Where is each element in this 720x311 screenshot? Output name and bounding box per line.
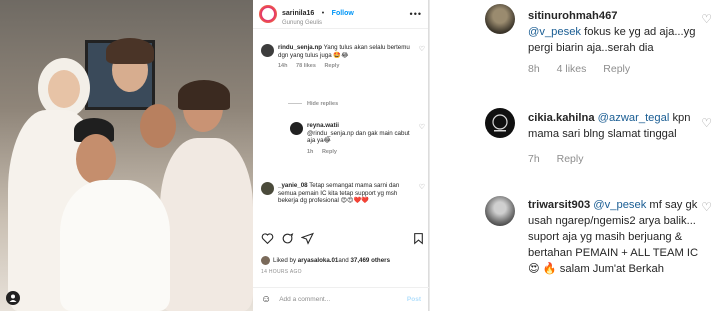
- reply-item: reyna.watii @rindu_senja.np dan gak main…: [290, 122, 425, 156]
- liked-by-count[interactable]: 37,469 others: [350, 257, 390, 264]
- person-body: [160, 138, 253, 311]
- comment-time: 7h: [528, 153, 540, 165]
- post-location[interactable]: Gunung Geulis: [282, 20, 354, 26]
- follow-button[interactable]: Follow: [332, 10, 354, 17]
- person-body: [60, 180, 170, 311]
- comment-meta: 14h 78 likes Reply: [278, 63, 425, 71]
- comment-text: triwarsit903 @v_pesek mf say gk usah nga…: [528, 197, 700, 277]
- reply-button[interactable]: Reply: [324, 63, 339, 69]
- share-icon[interactable]: [301, 232, 314, 245]
- avatar[interactable]: [290, 122, 303, 135]
- comment-text: cikia.kahilna @azwar_tegal kpn mama sari…: [528, 110, 698, 142]
- comment-time: 14h: [278, 63, 288, 70]
- comment-item: cikia.kahilna @azwar_tegal kpn mama sari…: [528, 110, 698, 167]
- comment-meta: 1h Reply: [307, 149, 425, 157]
- heart-icon[interactable]: ♡: [419, 124, 425, 132]
- header-text: sarinila16 • Follow Gunung Geulis: [282, 2, 354, 26]
- person-face: [76, 134, 116, 184]
- comment-likes[interactable]: 4 likes: [557, 63, 587, 75]
- hide-replies-button[interactable]: Hide replies: [288, 101, 338, 107]
- bookmark-icon[interactable]: [412, 232, 425, 245]
- heart-icon[interactable]: ♡: [701, 12, 712, 26]
- comment-likes[interactable]: 78 likes: [296, 63, 316, 69]
- comment-body: @rindu_senja.np dan gak main cabut aja y…: [307, 129, 410, 145]
- comment-text: reyna.watii @rindu_senja.np dan gak main…: [307, 122, 413, 145]
- comment-username[interactable]: reyna.watii: [307, 122, 339, 129]
- mention-link[interactable]: @v_pesek: [528, 26, 581, 38]
- comment-username[interactable]: triwarsit903: [528, 199, 590, 211]
- screenshot-collage: sarinila16 • Follow Gunung Geulis ••• ri…: [0, 0, 720, 311]
- add-comment-input[interactable]: Add a comment...: [279, 296, 330, 303]
- liked-by-user[interactable]: aryasaloka.01: [298, 257, 339, 264]
- heart-icon[interactable]: ♡: [701, 200, 712, 214]
- comment-username[interactable]: rindu_senja.np: [278, 44, 322, 51]
- comment-text: sitinurohmah467 @v_pesek fokus ke yg ad …: [528, 8, 698, 56]
- person-face: [48, 70, 80, 108]
- liked-by-prefix: Liked by: [273, 257, 297, 264]
- comments-panel: sitinurohmah467 @v_pesek fokus ke yg ad …: [430, 0, 720, 311]
- reply-button[interactable]: Reply: [557, 153, 584, 165]
- like-icon[interactable]: [261, 232, 274, 245]
- avatar[interactable]: [485, 108, 515, 138]
- reply-button[interactable]: Reply: [603, 63, 630, 75]
- comment-meta: 7h Reply: [528, 151, 698, 167]
- avatar[interactable]: [485, 196, 515, 226]
- comment-item: rindu_senja.np Yang tulus akan selalu be…: [261, 44, 425, 71]
- heart-icon[interactable]: ♡: [701, 116, 712, 130]
- avatar[interactable]: [261, 182, 274, 195]
- reply-button[interactable]: Reply: [322, 149, 337, 155]
- comment-meta: 8h 4 likes Reply: [528, 61, 698, 77]
- comment-username[interactable]: cikia.kahilna: [528, 112, 595, 124]
- comment-text: rindu_senja.np Yang tulus akan selalu be…: [278, 44, 413, 59]
- avatar[interactable]: [485, 4, 515, 34]
- post-timestamp: 14 HOURS AGO: [261, 269, 302, 275]
- person-hair: [178, 80, 230, 110]
- heart-icon[interactable]: ♡: [419, 184, 425, 192]
- person-hair: [106, 38, 154, 64]
- avatar-logo: [492, 114, 508, 132]
- comment-username[interactable]: _yanie_08: [278, 182, 308, 189]
- post-button[interactable]: Post: [407, 296, 421, 303]
- avatar[interactable]: [261, 44, 274, 57]
- mention-link[interactable]: @v_pesek: [593, 199, 646, 211]
- add-comment-bar: ☺ Add a comment... Post: [253, 287, 429, 311]
- post-username[interactable]: sarinila16: [282, 10, 314, 17]
- comment-username[interactable]: sitinurohmah467: [528, 10, 618, 22]
- post-photo: [0, 0, 253, 311]
- comment-icon[interactable]: [281, 232, 294, 245]
- user-tag-icon[interactable]: [6, 291, 20, 305]
- comment-text: _yanie_08 Tetap semangat mama sarni dan …: [278, 182, 413, 205]
- comment-time: 1h: [307, 148, 314, 155]
- avatar[interactable]: [259, 5, 277, 23]
- emoji-icon[interactable]: ☺: [261, 294, 271, 305]
- liked-by: Liked by aryasaloka.01 and 37,469 others: [261, 256, 390, 265]
- comment-item: _yanie_08 Tetap semangat mama sarni dan …: [261, 182, 425, 205]
- person-face: [140, 104, 176, 148]
- post-actions: [261, 232, 425, 248]
- avatar: [261, 256, 270, 265]
- comment-time: 8h: [528, 63, 540, 75]
- separator-dot: •: [321, 10, 325, 17]
- more-horizontal-icon[interactable]: •••: [410, 9, 422, 19]
- instagram-post-panel: sarinila16 • Follow Gunung Geulis ••• ri…: [253, 0, 429, 311]
- mention-link[interactable]: @azwar_tegal: [598, 112, 670, 124]
- comment-item: triwarsit903 @v_pesek mf say gk usah nga…: [528, 197, 700, 277]
- heart-icon[interactable]: ♡: [419, 46, 425, 54]
- post-header: sarinila16 • Follow Gunung Geulis •••: [253, 0, 428, 29]
- comment-item: sitinurohmah467 @v_pesek fokus ke yg ad …: [528, 8, 698, 77]
- liked-by-and: and: [338, 257, 349, 264]
